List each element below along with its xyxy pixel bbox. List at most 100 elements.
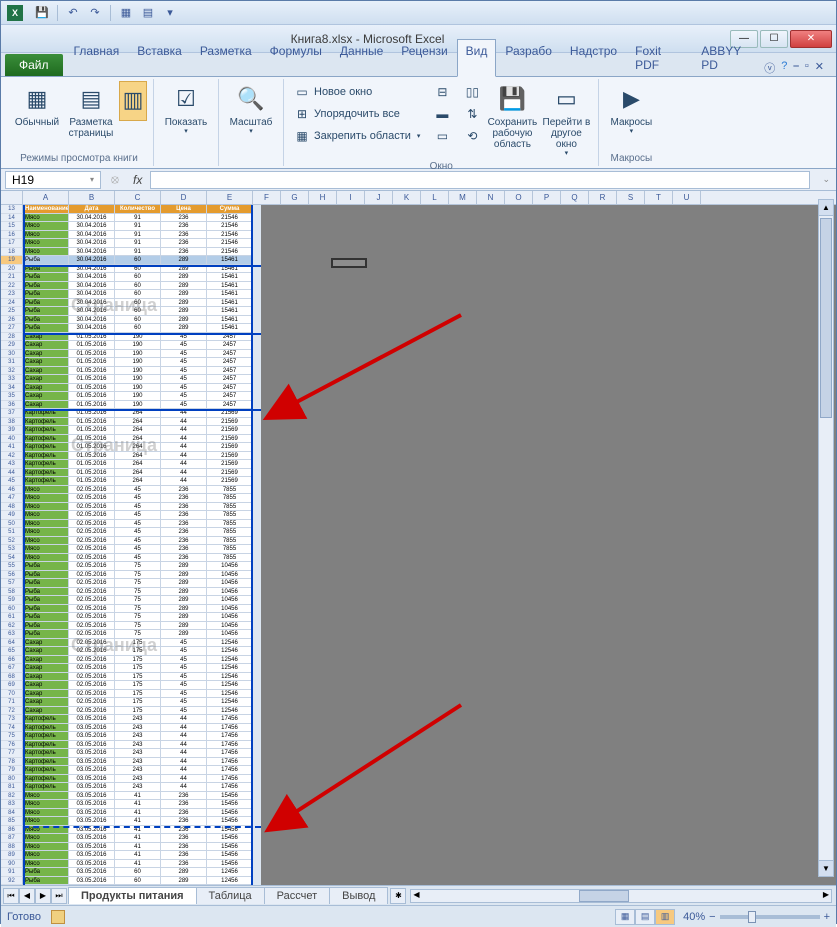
- data-cell[interactable]: Рыба: [23, 299, 69, 308]
- row-header[interactable]: 67: [1, 664, 23, 673]
- table-row[interactable]: 61Рыба02.05.20167528910456: [1, 613, 261, 622]
- row-header[interactable]: 88: [1, 843, 23, 852]
- table-row[interactable]: 87Мясо03.05.20164123615456: [1, 834, 261, 843]
- data-cell[interactable]: 02.05.2016: [69, 613, 115, 622]
- row-header[interactable]: 41: [1, 443, 23, 452]
- data-cell[interactable]: 7855: [207, 503, 253, 512]
- ribbon-tab-надстро[interactable]: Надстро: [561, 39, 626, 76]
- table-row[interactable]: 53Мясо02.05.2016452367855: [1, 545, 261, 554]
- sheet-tab[interactable]: Таблица: [196, 887, 265, 904]
- row-header[interactable]: 26: [1, 316, 23, 325]
- sync-scroll-button[interactable]: ⇅: [460, 103, 484, 125]
- row-header[interactable]: 31: [1, 358, 23, 367]
- data-cell[interactable]: 45: [115, 554, 161, 563]
- cancel-icon[interactable]: ⦻: [105, 172, 125, 187]
- data-cell[interactable]: 236: [161, 554, 207, 563]
- row-header[interactable]: 66: [1, 656, 23, 665]
- data-cell[interactable]: 01.05.2016: [69, 426, 115, 435]
- data-cell[interactable]: 10456: [207, 571, 253, 580]
- data-cell[interactable]: 2457: [207, 375, 253, 384]
- data-cell[interactable]: 02.05.2016: [69, 528, 115, 537]
- data-cell[interactable]: 75: [115, 630, 161, 639]
- data-cell[interactable]: 17456: [207, 741, 253, 750]
- data-cell[interactable]: 289: [161, 877, 207, 886]
- data-cell[interactable]: Сахар: [23, 384, 69, 393]
- data-cell[interactable]: 12546: [207, 698, 253, 707]
- data-cell[interactable]: 02.05.2016: [69, 520, 115, 529]
- data-cell[interactable]: 15456: [207, 851, 253, 860]
- sheet-tab[interactable]: Вывод: [329, 887, 388, 904]
- zoom-in-icon[interactable]: +: [824, 911, 830, 923]
- data-cell[interactable]: 236: [161, 851, 207, 860]
- data-cell[interactable]: Сахар: [23, 350, 69, 359]
- data-cell[interactable]: 175: [115, 707, 161, 716]
- data-cell[interactable]: 236: [161, 486, 207, 495]
- data-cell[interactable]: Мясо: [23, 248, 69, 257]
- data-cell[interactable]: 60: [115, 877, 161, 886]
- table-row[interactable]: 38Картофель01.05.20162644421569: [1, 418, 261, 427]
- data-cell[interactable]: 236: [161, 239, 207, 248]
- row-header[interactable]: 18: [1, 248, 23, 257]
- column-header[interactable]: K: [393, 191, 421, 204]
- data-cell[interactable]: 60: [115, 282, 161, 291]
- row-header[interactable]: 53: [1, 545, 23, 554]
- data-cell[interactable]: 289: [161, 868, 207, 877]
- data-cell[interactable]: 03.05.2016: [69, 817, 115, 826]
- table-row[interactable]: 32Сахар01.05.2016190452457: [1, 367, 261, 376]
- data-cell[interactable]: 264: [115, 460, 161, 469]
- row-header[interactable]: 92: [1, 877, 23, 886]
- data-cell[interactable]: Рыба: [23, 588, 69, 597]
- column-header[interactable]: A: [23, 191, 69, 204]
- data-cell[interactable]: 44: [161, 452, 207, 461]
- data-cell[interactable]: 30.04.2016: [69, 256, 115, 265]
- data-cell[interactable]: 45: [161, 690, 207, 699]
- data-cell[interactable]: 01.05.2016: [69, 401, 115, 410]
- data-cell[interactable]: 17456: [207, 783, 253, 792]
- data-cell[interactable]: Рыба: [23, 605, 69, 614]
- data-cell[interactable]: 243: [115, 724, 161, 733]
- ribbon-tab-вид[interactable]: Вид: [457, 39, 497, 77]
- data-cell[interactable]: 02.05.2016: [69, 511, 115, 520]
- table-row[interactable]: 92Рыба03.05.20166028912456: [1, 877, 261, 886]
- horizontal-scrollbar[interactable]: ◀ ▶: [410, 889, 832, 903]
- data-cell[interactable]: Мясо: [23, 554, 69, 563]
- reset-position-button[interactable]: ⟲: [460, 125, 484, 147]
- data-cell[interactable]: Рыба: [23, 290, 69, 299]
- data-cell[interactable]: 236: [161, 528, 207, 537]
- data-cell[interactable]: 60: [115, 256, 161, 265]
- row-header[interactable]: 36: [1, 401, 23, 410]
- data-cell[interactable]: 236: [161, 520, 207, 529]
- page-break-line[interactable]: [23, 265, 261, 267]
- table-row[interactable]: 69Сахар02.05.20161754512546: [1, 681, 261, 690]
- data-cell[interactable]: 03.05.2016: [69, 766, 115, 775]
- data-cell[interactable]: Рыба: [23, 868, 69, 877]
- normal-view-button[interactable]: ▦Обычный: [11, 81, 63, 130]
- first-sheet-icon[interactable]: ⏮: [3, 888, 19, 904]
- data-cell[interactable]: 289: [161, 613, 207, 622]
- table-row[interactable]: 72Сахар02.05.20161754512546: [1, 707, 261, 716]
- data-cell[interactable]: Рыба: [23, 613, 69, 622]
- split-button[interactable]: ⊟: [430, 81, 454, 103]
- data-cell[interactable]: Мясо: [23, 809, 69, 818]
- data-cell[interactable]: 15456: [207, 834, 253, 843]
- row-header[interactable]: 80: [1, 775, 23, 784]
- data-cell[interactable]: 15456: [207, 817, 253, 826]
- table-row[interactable]: 84Мясо03.05.20164123615456: [1, 809, 261, 818]
- data-cell[interactable]: 190: [115, 375, 161, 384]
- data-cell[interactable]: 17456: [207, 758, 253, 767]
- data-cell[interactable]: Мясо: [23, 214, 69, 223]
- ribbon-tab-вставка[interactable]: Вставка: [128, 39, 191, 76]
- row-header[interactable]: 38: [1, 418, 23, 427]
- row-header[interactable]: 64: [1, 639, 23, 648]
- data-cell[interactable]: 45: [115, 486, 161, 495]
- data-cell[interactable]: 01.05.2016: [69, 469, 115, 478]
- row-header[interactable]: 43: [1, 460, 23, 469]
- data-cell[interactable]: Рыба: [23, 316, 69, 325]
- macro-record-icon[interactable]: [51, 910, 65, 924]
- zoom-slider[interactable]: [720, 915, 820, 919]
- data-cell[interactable]: 30.04.2016: [69, 239, 115, 248]
- data-cell[interactable]: 02.05.2016: [69, 630, 115, 639]
- data-cell[interactable]: Сахар: [23, 358, 69, 367]
- data-cell[interactable]: 15461: [207, 316, 253, 325]
- data-cell[interactable]: 60: [115, 868, 161, 877]
